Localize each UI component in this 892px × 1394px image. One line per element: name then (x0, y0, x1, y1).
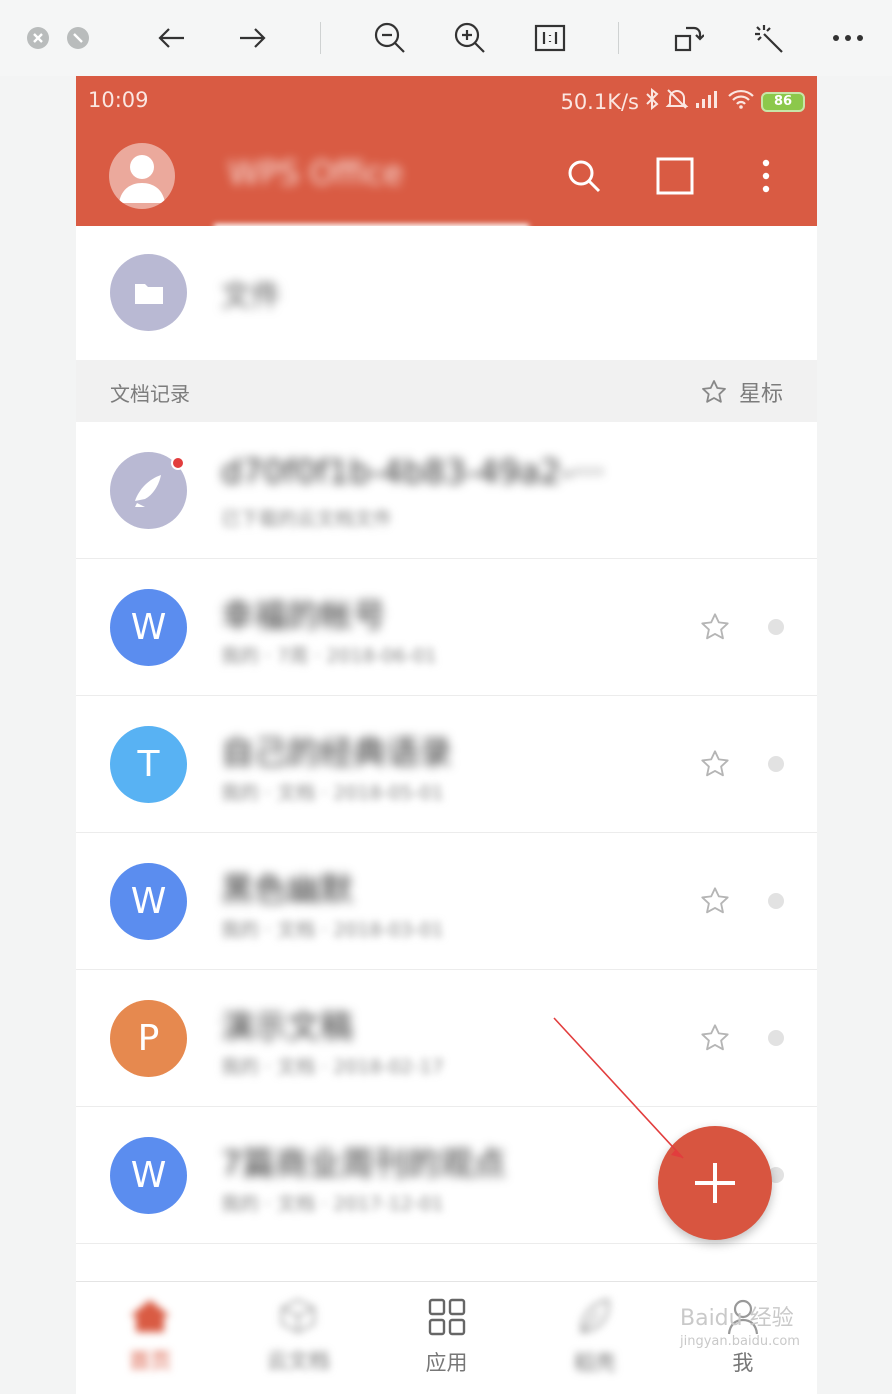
doc-type-icon: P (110, 1000, 187, 1077)
starred-label: 星标 (738, 382, 783, 407)
rotate-icon[interactable] (670, 20, 706, 56)
zoom-out-icon[interactable] (372, 20, 408, 56)
folder-entry[interactable]: 文件 (76, 226, 817, 360)
unread-badge (171, 456, 185, 470)
row-menu-dot-icon[interactable] (768, 756, 784, 772)
bluetooth-icon (645, 87, 659, 115)
watermark: Baidu 经验 jingyan.baidu.com (680, 1300, 800, 1349)
nav-label: 首页 (129, 1349, 172, 1373)
watermark-text: Baidu 经验 (680, 1306, 794, 1331)
nav-label: 稻壳 (573, 1351, 616, 1375)
list-item[interactable]: W 黑色幽默我的 · 文档 · 2018-03-01 (76, 833, 817, 970)
list-item[interactable]: T 自己的经典语录我的 · 文档 · 2018-05-01 (76, 696, 817, 833)
app-bar: WPS Office (76, 126, 817, 236)
doc-type-letter: W (130, 881, 167, 922)
watermark-url: jingyan.baidu.com (680, 1334, 800, 1349)
wifi-icon (727, 89, 755, 114)
network-speed: 50.1K/s (560, 89, 639, 114)
starred-filter[interactable]: 星标 (701, 376, 783, 408)
phone-screen: 10:09 50.1K/s 86 WPS Office 文件 文档记录 星标 d… (76, 76, 817, 1394)
list-item[interactable]: d70f0f1b-4b83-49a2-··· 已下载的云文档文件 (76, 422, 817, 559)
nav-label: 应用 (425, 1351, 468, 1375)
signal-icon (695, 89, 721, 114)
doc-subtitle: 我的 · 文档 · 2018-02-17 (221, 1056, 444, 1078)
doc-title: 自己的经典语录 (221, 733, 452, 772)
doc-type-icon: W (110, 863, 187, 940)
actual-size-icon[interactable] (532, 20, 568, 56)
more-icon[interactable] (830, 20, 866, 56)
search-icon[interactable] (564, 156, 604, 196)
nav-label: 我 (732, 1351, 754, 1375)
doc-type-icon: W (110, 1137, 187, 1214)
nav-leaf[interactable]: 稻壳 (521, 1282, 669, 1394)
doc-title: 7篇商业周刊的观点 (221, 1144, 506, 1183)
doc-title: d70f0f1b-4b83-49a2-··· (221, 452, 605, 491)
cube-icon (278, 1298, 318, 1339)
folder-icon (110, 254, 187, 331)
overflow-menu-icon[interactable] (746, 156, 786, 196)
document-list: d70f0f1b-4b83-49a2-··· 已下载的云文档文件 W 幸福的帐号我的 … (76, 422, 817, 1244)
back-arrow-icon[interactable] (154, 20, 190, 56)
row-menu-dot-icon[interactable] (768, 1030, 784, 1046)
star-icon[interactable] (700, 749, 730, 779)
doc-title: 幸福的帐号 (221, 596, 386, 635)
doc-subtitle: 我的 · 文档 · 2018-05-01 (221, 782, 444, 804)
zoom-in-icon[interactable] (452, 20, 488, 56)
list-item[interactable]: P 演示文稿我的 · 文档 · 2018-02-17 (76, 970, 817, 1107)
leaf-icon (576, 1298, 614, 1341)
magic-wand-icon[interactable] (750, 20, 786, 56)
doc-type-letter: T (137, 744, 160, 785)
star-icon[interactable] (700, 886, 730, 916)
doc-subtitle: 我的 · 文档 · 2017-12-01 (221, 1193, 444, 1215)
battery-icon: 86 (761, 91, 805, 112)
avatar[interactable] (109, 143, 175, 209)
status-bar: 10:09 50.1K/s 86 (76, 76, 817, 126)
doc-subtitle: 已下载的云文档文件 (221, 508, 393, 530)
nav-grid[interactable]: 应用 (372, 1282, 520, 1394)
star-icon (702, 380, 726, 403)
nav-cube[interactable]: 云文档 (224, 1282, 372, 1394)
list-item[interactable]: W 幸福的帐号我的 · 7周 · 2018-06-01 (76, 559, 817, 696)
doc-type-icon: W (110, 589, 187, 666)
doc-type-letter: W (130, 607, 167, 648)
section-header: 文档记录 星标 (76, 360, 817, 422)
doc-type-letter: W (130, 1155, 167, 1196)
doc-subtitle: 我的 · 文档 · 2018-03-01 (221, 919, 444, 941)
nav-home[interactable]: 首页 (76, 1282, 224, 1394)
grid-icon (428, 1298, 466, 1341)
doc-title: 演示文稿 (221, 1007, 353, 1046)
star-icon[interactable] (700, 1023, 730, 1053)
status-time: 10:09 (88, 88, 149, 112)
folder-label: 文件 (221, 279, 281, 314)
multi-select-icon[interactable] (655, 156, 695, 196)
doc-subtitle: 我的 · 7周 · 2018-06-01 (221, 645, 437, 667)
doc-type-icon: T (110, 726, 187, 803)
row-menu-dot-icon[interactable] (768, 893, 784, 909)
close-icon[interactable] (20, 20, 56, 56)
app-title: WPS Office (228, 154, 403, 192)
home-icon (128, 1298, 172, 1339)
minimize-icon[interactable] (60, 20, 96, 56)
doc-type-letter: P (137, 1018, 160, 1059)
row-menu-dot-icon[interactable] (768, 619, 784, 635)
doc-title: 黑色幽默 (221, 870, 353, 909)
forward-arrow-icon[interactable] (234, 20, 270, 56)
nav-label: 云文档 (266, 1349, 330, 1373)
star-icon[interactable] (700, 612, 730, 642)
mute-icon (665, 88, 689, 115)
image-viewer-toolbar (0, 0, 892, 76)
cloud-download-icon (110, 452, 187, 529)
add-document-button[interactable] (658, 1126, 772, 1240)
section-title: 文档记录 (110, 382, 190, 406)
